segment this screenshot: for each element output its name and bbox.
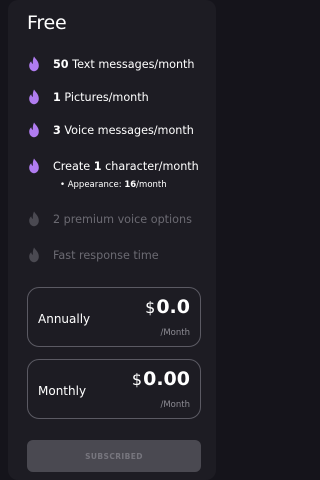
price-amount: $0.00	[132, 368, 190, 390]
feature-premium-voice: 2 premium voice options	[27, 211, 227, 227]
monthly-price-option[interactable]: Monthly $0.00 /Month	[27, 359, 201, 419]
feature-prefix: Create	[53, 159, 91, 173]
appearance-value: 16	[124, 180, 137, 190]
flame-icon	[29, 122, 39, 138]
feature-label: 2 premium voice options	[53, 212, 192, 226]
flame-icon	[29, 247, 39, 263]
feature-label: Voice messages/month	[64, 123, 194, 137]
price-value: 0.00	[143, 368, 190, 390]
bullet-icon: •	[60, 180, 66, 190]
flame-icon	[29, 158, 39, 174]
annually-price-option[interactable]: Annually $0.0 /Month	[27, 287, 201, 347]
price-period: /Month	[160, 328, 190, 338]
appearance-suffix: /month	[136, 180, 167, 190]
flame-icon	[29, 211, 39, 227]
feature-count: 50	[53, 57, 69, 71]
feature-fast-response: Fast response time	[27, 247, 227, 263]
appearance-subitem: • Appearance: 16/month	[60, 180, 167, 190]
subscribed-button[interactable]: SUBSCRIBED	[27, 440, 201, 472]
appearance-label: Appearance:	[67, 180, 122, 190]
feature-pictures: 1 Pictures/month	[27, 89, 227, 105]
feature-label: character/month	[105, 159, 199, 173]
period-label: Annually	[38, 312, 91, 326]
currency-symbol: $	[145, 298, 156, 317]
price-value: 0.0	[156, 296, 190, 318]
period-label: Monthly	[38, 384, 87, 398]
feature-label: Fast response time	[53, 248, 159, 262]
plan-title: Free	[27, 12, 67, 34]
feature-text-messages: 50 Text messages/month	[27, 56, 227, 72]
feature-label: Pictures/month	[64, 90, 149, 104]
feature-voice-messages: 3 Voice messages/month	[27, 122, 227, 138]
currency-symbol: $	[131, 370, 143, 389]
feature-label: Text messages/month	[72, 57, 195, 71]
feature-count: 1	[93, 159, 102, 173]
feature-count: 3	[53, 123, 61, 137]
feature-count: 1	[53, 90, 61, 104]
flame-icon	[29, 56, 39, 72]
price-period: /Month	[160, 400, 190, 410]
flame-icon	[29, 89, 39, 105]
feature-create-character: Create 1 character/month	[27, 158, 227, 174]
price-amount: $0.0	[145, 296, 190, 318]
